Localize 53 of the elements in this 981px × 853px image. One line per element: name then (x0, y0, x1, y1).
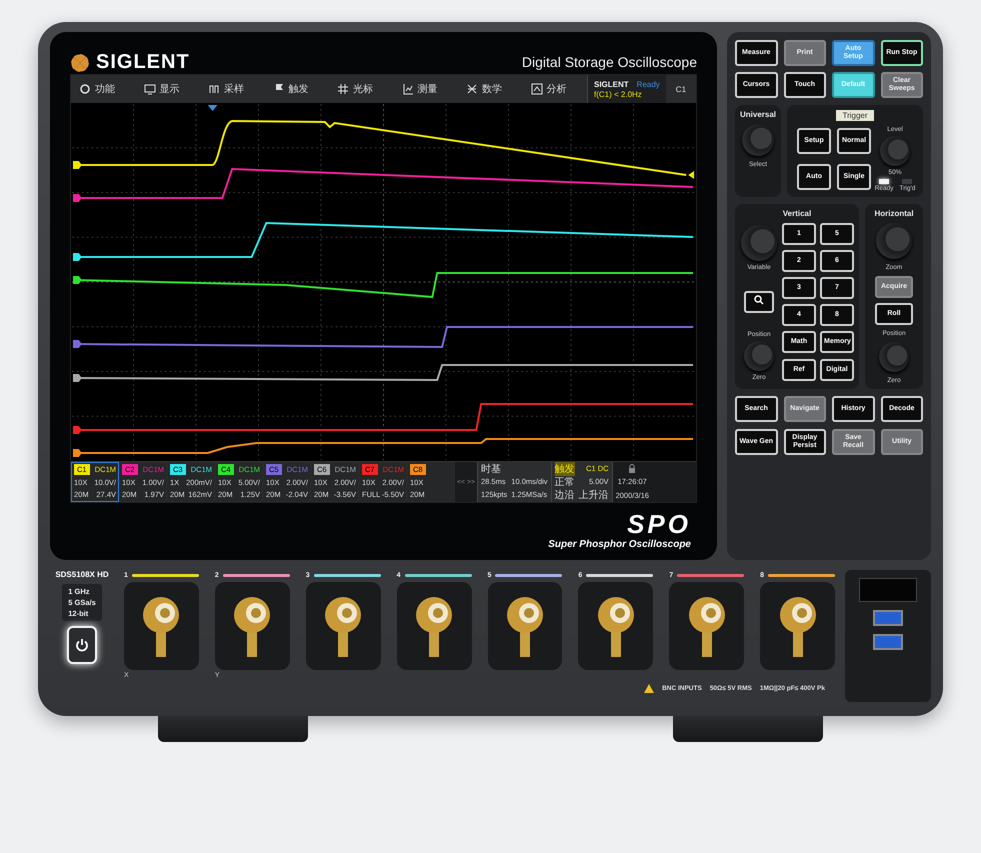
trigger-type: 边沿 (554, 488, 575, 502)
channel-marker-icon[interactable] (72, 194, 82, 202)
menu-icon (144, 83, 156, 95)
brand-logo: SIGLENT (70, 51, 190, 74)
menu-item[interactable]: 分析 (522, 82, 587, 96)
section-title: Trigger (836, 110, 874, 121)
trigger-title: 触发 (554, 462, 575, 476)
menu-item[interactable]: 显示 (136, 82, 200, 96)
series-logo: SPO (627, 511, 691, 537)
channel-marker-icon[interactable] (72, 449, 82, 457)
power-button[interactable] (67, 626, 97, 664)
section-title: Vertical (782, 209, 812, 218)
menu-item[interactable]: 光标 (329, 82, 394, 96)
brand-label: SIGLENT (594, 80, 629, 88)
search-icon (754, 295, 764, 305)
usb-port (873, 610, 903, 626)
menu-item[interactable]: 触发 (264, 82, 329, 96)
channel-marker-icon[interactable] (72, 374, 82, 382)
channel-marker-icon[interactable] (72, 161, 82, 169)
menu-item[interactable]: 测量 (394, 82, 458, 96)
trigger-frequency-readout: f(C1) < 2.0Hz (594, 90, 643, 98)
menu-icon (337, 83, 349, 95)
acquisition-status: Ready (636, 80, 660, 88)
series-tagline: Super Phosphor Oscilloscope (548, 539, 691, 550)
channel-marker-icon[interactable] (72, 340, 82, 348)
menu-icon (208, 83, 220, 95)
menu-icon (402, 83, 414, 95)
power-icon (75, 638, 89, 652)
zoom-button[interactable] (744, 290, 774, 312)
menu-item[interactable]: 采样 (200, 82, 264, 96)
channel-marker-icon[interactable] (72, 276, 82, 284)
channel-marker-icon[interactable] (72, 253, 82, 261)
warning-icon (644, 684, 654, 693)
trigger-slope: 上升沿 (578, 488, 609, 502)
active-channel-label: C1 (674, 84, 688, 94)
trigger-position-icon[interactable] (208, 105, 218, 111)
trigger-mode: 正常 (554, 476, 575, 488)
connector-slot (859, 578, 917, 602)
menu-item[interactable]: 数学 (458, 82, 522, 96)
trigger-level-icon[interactable] (688, 171, 694, 179)
section-title: Horizontal (874, 209, 914, 218)
section-title: Universal (740, 110, 776, 119)
timebase-title: 时基 (481, 462, 502, 476)
channel-marker-icon[interactable] (72, 426, 82, 434)
menu-icon (79, 83, 91, 95)
logo-icon (70, 52, 90, 72)
product-title: Digital Storage Oscilloscope (522, 54, 697, 72)
menu-icon (466, 83, 478, 95)
usb-port (873, 634, 903, 650)
menu-icon (530, 83, 542, 95)
model-name: SDS5108X HD (55, 570, 109, 579)
lock-icon (628, 464, 636, 474)
menu-item[interactable]: 功能 (71, 82, 136, 96)
